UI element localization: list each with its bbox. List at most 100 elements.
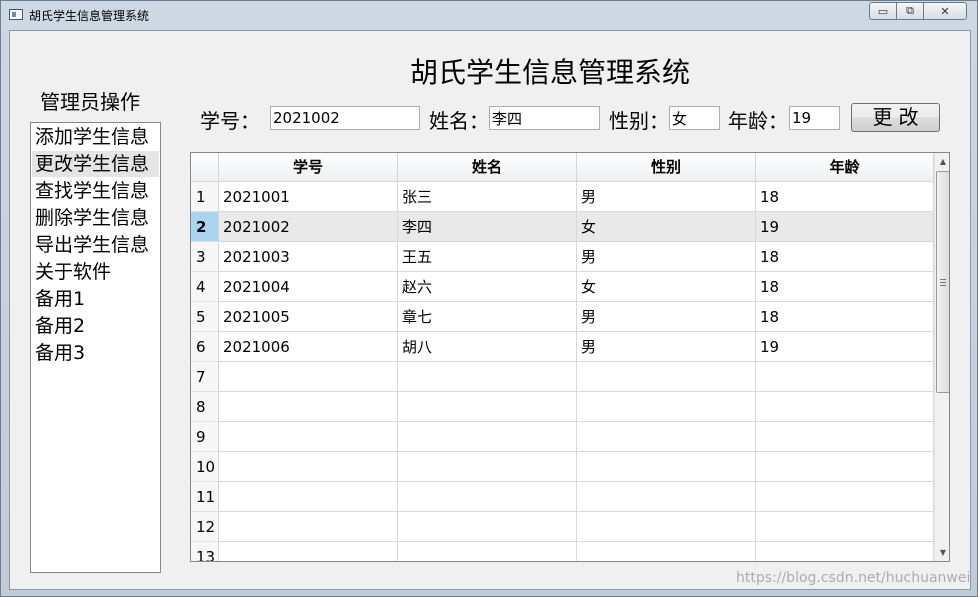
scroll-grip-icon (940, 279, 946, 286)
table-cell[interactable]: 女 (577, 272, 756, 302)
table-cell[interactable]: 19 (756, 212, 934, 242)
scroll-down-icon[interactable]: ▼ (935, 544, 949, 561)
scroll-up-icon[interactable]: ▲ (935, 153, 949, 170)
row-header[interactable]: 13 (191, 542, 219, 561)
table-cell[interactable]: 李四 (398, 212, 577, 242)
table-vertical-scrollbar[interactable]: ▲ ▼ (934, 153, 949, 561)
row-header[interactable]: 9 (191, 422, 219, 452)
table-cell[interactable] (577, 392, 756, 422)
row-header[interactable]: 11 (191, 482, 219, 512)
table-cell[interactable] (398, 542, 577, 561)
row-header[interactable]: 10 (191, 452, 219, 482)
table-cell[interactable]: 18 (756, 182, 934, 212)
table-cell[interactable]: 女 (577, 212, 756, 242)
table-corner[interactable] (191, 153, 219, 182)
table-cell[interactable] (756, 512, 934, 542)
column-header[interactable]: 学号 (219, 153, 398, 182)
table-cell[interactable] (398, 392, 577, 422)
table-cell[interactable] (577, 362, 756, 392)
sidebar-item[interactable]: 关于软件 (32, 259, 159, 285)
client-area: 胡氏学生信息管理系统 管理员操作 添加学生信息 更改学生信息 查找学生信息 删除学生信… (9, 30, 971, 590)
sidebar-item[interactable]: 备用1 (32, 286, 159, 312)
table-cell[interactable]: 赵六 (398, 272, 577, 302)
table-cell[interactable] (756, 452, 934, 482)
update-button[interactable]: 更改 (851, 103, 940, 132)
table-cell[interactable] (577, 512, 756, 542)
name-input[interactable] (489, 106, 600, 130)
student-table[interactable]: 学号 姓名 性别 年龄 1 2021001 张三男 18 2 2021002 李四女 19 3 20210… (190, 152, 950, 562)
table-cell[interactable]: 2021001 (219, 182, 398, 212)
table-cell[interactable]: 2021004 (219, 272, 398, 302)
table-cell[interactable] (398, 422, 577, 452)
row-header[interactable]: 2 (191, 212, 219, 242)
row-header[interactable]: 6 (191, 332, 219, 362)
table-cell[interactable] (219, 512, 398, 542)
column-header[interactable]: 性别 (577, 153, 756, 182)
table-cell[interactable] (756, 362, 934, 392)
table-cell[interactable]: 18 (756, 272, 934, 302)
close-button[interactable]: ✕ (923, 2, 967, 20)
table-cell[interactable]: 男 (577, 302, 756, 332)
table-cell[interactable]: 18 (756, 242, 934, 272)
table-cell[interactable]: 胡八 (398, 332, 577, 362)
row-header[interactable]: 1 (191, 182, 219, 212)
window-title: 胡氏学生信息管理系统 (29, 9, 150, 23)
table-cell[interactable]: 2021006 (219, 332, 398, 362)
table-cell[interactable]: 张三 (398, 182, 577, 212)
sidebar-item[interactable]: 查找学生信息 (32, 178, 159, 204)
table-cell[interactable]: 男 (577, 242, 756, 272)
table-cell[interactable] (219, 542, 398, 561)
sidebar-item[interactable]: 备用3 (32, 340, 159, 366)
table-cell[interactable] (398, 452, 577, 482)
table-cell[interactable] (398, 362, 577, 392)
age-label: 年龄： (728, 109, 788, 133)
table-cell[interactable]: 2021003 (219, 242, 398, 272)
table-cell[interactable] (577, 542, 756, 561)
gender-input[interactable] (669, 106, 720, 130)
row-header[interactable]: 8 (191, 392, 219, 422)
table-cell[interactable]: 男 (577, 332, 756, 362)
sidebar-item[interactable]: 添加学生信息 (32, 124, 159, 150)
sidebar-item[interactable]: 备用2 (32, 313, 159, 339)
column-header[interactable]: 年龄 (756, 153, 934, 182)
sidebar-item[interactable]: 删除学生信息 (32, 205, 159, 231)
admin-operations-list[interactable]: 添加学生信息 更改学生信息 查找学生信息 删除学生信息 导出学生信息 关于软件 备用1 备用2… (30, 122, 161, 573)
table-cell[interactable] (756, 542, 934, 561)
row-header[interactable]: 4 (191, 272, 219, 302)
row-header[interactable]: 12 (191, 512, 219, 542)
table-cell[interactable] (219, 392, 398, 422)
table-cell[interactable] (398, 482, 577, 512)
restore-button[interactable]: ⧉ (896, 2, 924, 20)
table-cell[interactable] (219, 362, 398, 392)
sidebar-item[interactable]: 导出学生信息 (32, 232, 159, 258)
student-id-label: 学号： (200, 109, 260, 133)
row-header[interactable]: 3 (191, 242, 219, 272)
minimize-button[interactable]: ▭ (869, 2, 897, 20)
table-cell[interactable] (756, 482, 934, 512)
table-cell[interactable] (398, 512, 577, 542)
table-cell[interactable] (577, 482, 756, 512)
table-cell[interactable]: 男 (577, 182, 756, 212)
table-cell[interactable] (756, 392, 934, 422)
main-window: 胡氏学生信息管理系统 ▭ ⧉ ✕ 胡氏学生信息管理系统 管理员操作 添加学生信息… (0, 0, 978, 597)
table-cell[interactable] (756, 422, 934, 452)
row-header[interactable]: 7 (191, 362, 219, 392)
row-header[interactable]: 5 (191, 302, 219, 332)
sidebar-item[interactable]: 更改学生信息 (32, 151, 159, 177)
table-cell[interactable]: 2021002 (219, 212, 398, 242)
table-cell[interactable] (219, 422, 398, 452)
scroll-thumb[interactable] (936, 171, 949, 393)
table-cell[interactable] (219, 482, 398, 512)
table-cell[interactable]: 18 (756, 302, 934, 332)
table-cell[interactable] (577, 422, 756, 452)
table-cell[interactable]: 19 (756, 332, 934, 362)
table-cell[interactable]: 王五 (398, 242, 577, 272)
table-cell[interactable] (219, 452, 398, 482)
age-input[interactable] (789, 106, 840, 130)
title-bar[interactable]: 胡氏学生信息管理系统 ▭ ⧉ ✕ (1, 1, 977, 29)
table-cell[interactable]: 章七 (398, 302, 577, 332)
column-header[interactable]: 姓名 (398, 153, 577, 182)
table-cell[interactable] (577, 452, 756, 482)
table-cell[interactable]: 2021005 (219, 302, 398, 332)
student-id-input[interactable] (270, 106, 420, 130)
